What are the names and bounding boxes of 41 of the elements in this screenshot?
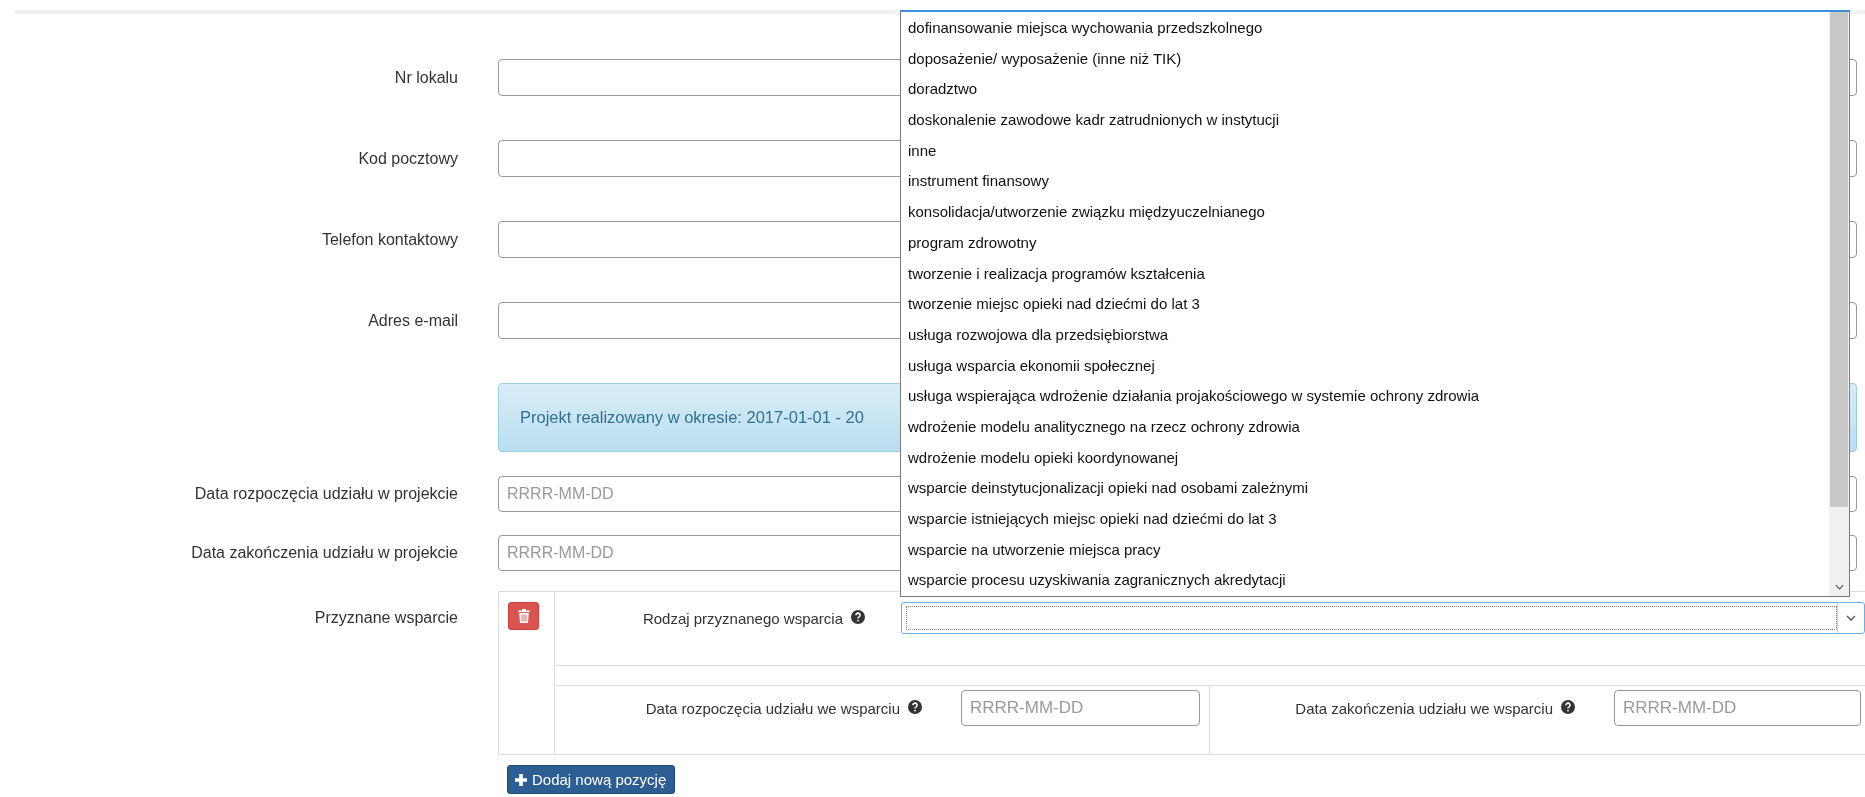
field-label: Nr lokalu <box>393 68 459 87</box>
dropdown-option[interactable]: program zdrowotny <box>901 227 1829 259</box>
dropdown-option[interactable]: usługa wsparcia ekonomii społecznej <box>901 350 1829 382</box>
dropdown-option[interactable]: konsolidacja/utworzenie związku międzyuczelnianego <box>901 197 1829 228</box>
dropdown-option[interactable]: doradztwo <box>901 74 1829 106</box>
dropdown-option[interactable]: wsparcie istniejących miejsc opieki nad dziećmi do lat 3 <box>901 504 1829 535</box>
field-label: Przyznane wsparcie <box>313 608 459 627</box>
dropdown-option[interactable]: dofinansowanie miejsca wychowania przedszkolnego <box>901 13 1829 44</box>
chevron-down-icon <box>1846 615 1856 621</box>
dropdown-option[interactable]: inne <box>901 135 1829 167</box>
delete-button[interactable] <box>508 602 539 630</box>
dropdown-option[interactable]: instrument finansowy <box>901 166 1829 198</box>
help-icon[interactable] <box>851 609 865 627</box>
help-icon[interactable] <box>1561 699 1575 717</box>
add-button[interactable]: Dodaj nową pozycję <box>507 765 676 794</box>
dropdown-option[interactable]: tworzenie miejsc opieki nad dziećmi do lat 3 <box>901 289 1829 320</box>
dropdown-option[interactable]: doposażenie/ wyposażenie (inne niż TIK) <box>901 43 1829 75</box>
date-field[interactable]: RRRR-MM-DD <box>1614 690 1861 726</box>
dropdown-option[interactable]: usługa wspierająca wdrożenie działania projakościowego w systemie ochrony zdrowia <box>901 381 1829 412</box>
dropdown-option[interactable]: wsparcie procesu uzyskiwania zagranicznych akredytacji <box>901 565 1829 597</box>
field-label: Data zakończenia udziału w projekcie <box>190 544 459 562</box>
chevron-down-icon <box>1834 584 1844 590</box>
date-field[interactable]: RRRR-MM-DD <box>961 690 1200 726</box>
field-label: Data rozpoczęcia udziału we wsparciu <box>645 699 900 717</box>
field-label: Kod pocztowy <box>357 149 459 168</box>
field-label: Data zakończenia udziału we wsparciu <box>1295 699 1553 717</box>
field-label: Telefon kontaktowy <box>320 230 459 249</box>
trash-icon <box>517 609 530 623</box>
plus-icon <box>515 773 527 786</box>
dropdown-option[interactable]: wdrożenie modelu analitycznego na rzecz ochrony zdrowia <box>901 411 1829 443</box>
select-field[interactable] <box>901 602 1865 634</box>
dropdown-option[interactable]: tworzenie i realizacja programów kształcenia <box>901 258 1829 290</box>
help-icon[interactable] <box>908 699 922 717</box>
dropdown-option[interactable]: wsparcie deinstytucjonalizacji opieki nad osobami zależnymi <box>901 473 1829 504</box>
dropdown-option[interactable]: doskonalenie zawodowe kadr zatrudnionych w instytucji <box>901 105 1829 136</box>
scrollbar[interactable] <box>1829 12 1849 596</box>
field-label: Rodzaj przyznanego wsparcia <box>642 609 843 627</box>
field-label: Adres e-mail <box>367 311 459 330</box>
field-label: Data rozpoczęcia udziału w projekcie <box>193 485 459 503</box>
dropdown-option[interactable]: wsparcie na utworzenie miejsca pracy <box>901 534 1829 566</box>
dropdown-option[interactable]: usługa rozwojowa dla przedsiębiorstwa <box>901 319 1829 351</box>
